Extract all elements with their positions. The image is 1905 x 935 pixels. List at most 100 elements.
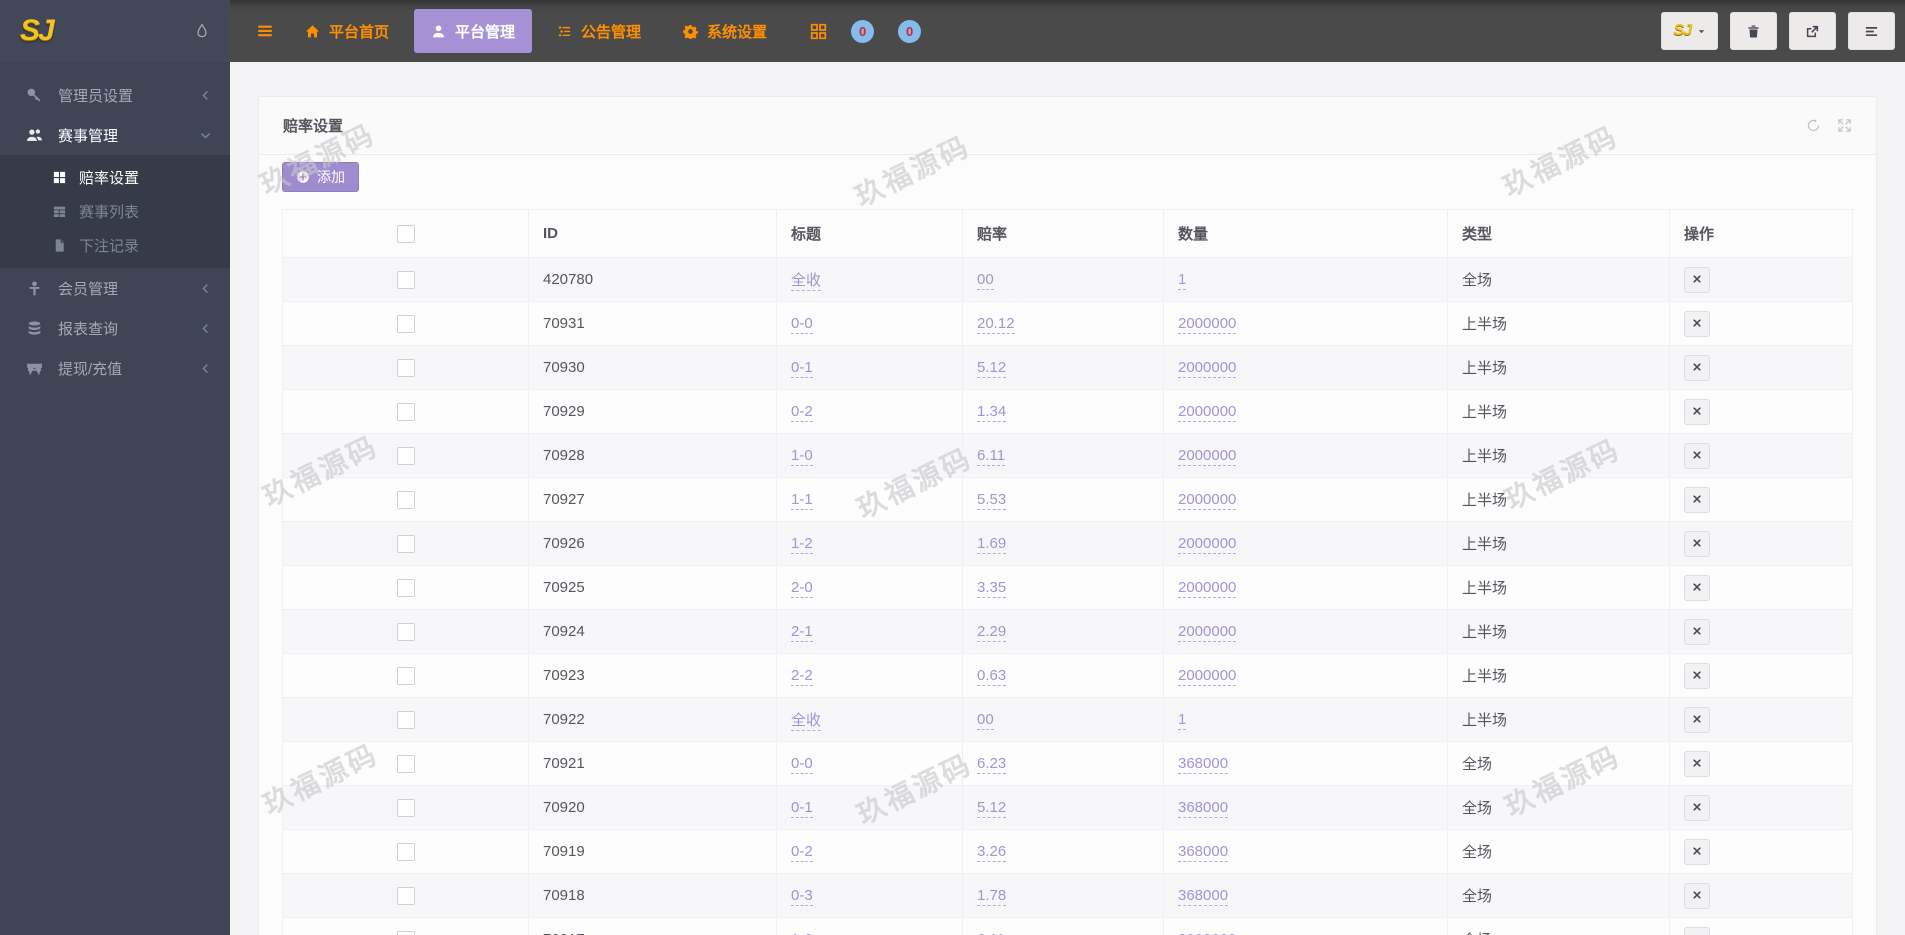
odds-link[interactable]: 00 [977,711,994,730]
title-link[interactable]: 1-0 [791,447,813,466]
qty-link[interactable]: 2000000 [1178,315,1237,334]
qty-link[interactable]: 2000000 [1178,359,1237,378]
row-checkbox[interactable] [396,930,415,935]
row-checkbox[interactable] [396,578,415,597]
row-checkbox[interactable] [396,270,415,289]
account-dropdown-button[interactable]: SJ [1661,12,1718,50]
menu-list-button[interactable] [1848,12,1895,50]
title-link[interactable]: 全收 [791,272,822,291]
add-button[interactable]: 添加 [282,162,359,192]
row-checkbox[interactable] [396,886,415,905]
title-link[interactable]: 1-2 [791,535,813,554]
delete-button[interactable] [1684,618,1710,645]
row-checkbox[interactable] [396,666,415,685]
qty-link[interactable]: 2000000 [1178,491,1237,510]
odds-link[interactable]: 6.11 [977,931,1006,935]
odds-link[interactable]: 5.53 [977,491,1007,510]
qty-link[interactable]: 2000000 [1178,579,1237,598]
apps-grid-icon[interactable] [810,23,827,40]
title-link[interactable]: 0-2 [791,403,813,422]
title-link[interactable]: 0-2 [791,843,813,862]
qty-link[interactable]: 2000000 [1178,535,1237,554]
clear-cache-button[interactable] [1730,12,1777,50]
title-link[interactable]: 0-0 [791,315,813,334]
nav-item-4[interactable]: 系统设置 [666,9,784,53]
nav-item-3[interactable]: 公告管理 [540,9,658,53]
odds-link[interactable]: 2.29 [977,623,1007,642]
delete-button[interactable] [1684,706,1710,733]
sidebar-item-2[interactable]: 赛事管理 [0,115,230,155]
sidebar-subitem-3[interactable]: 下注记录 [0,228,230,262]
delete-button[interactable] [1684,310,1710,337]
sidebar-subitem-2[interactable]: 赛事列表 [0,194,230,228]
row-checkbox[interactable] [396,842,415,861]
qty-link[interactable]: 1 [1178,271,1187,290]
delete-button[interactable] [1684,354,1710,381]
title-link[interactable]: 0-1 [791,799,813,818]
title-link[interactable]: 2-0 [791,579,813,598]
delete-button[interactable] [1684,882,1710,909]
odds-link[interactable]: 20.12 [977,315,1015,334]
title-link[interactable]: 2-1 [791,623,813,642]
odds-link[interactable]: 1.34 [977,403,1007,422]
title-link[interactable]: 1-0 [791,931,813,935]
odds-link[interactable]: 5.12 [977,359,1007,378]
delete-button[interactable] [1684,486,1710,513]
select-all-checkbox[interactable] [396,224,415,243]
delete-button[interactable] [1684,530,1710,557]
odds-link[interactable]: 5.12 [977,799,1007,818]
odds-link[interactable]: 00 [977,271,994,290]
qty-link[interactable]: 368000 [1178,887,1229,906]
qty-link[interactable]: 368000 [1178,799,1229,818]
odds-link[interactable]: 0.63 [977,667,1007,686]
row-checkbox[interactable] [396,402,415,421]
delete-button[interactable] [1684,266,1710,293]
row-checkbox[interactable] [396,446,415,465]
odds-link[interactable]: 1.78 [977,887,1007,906]
row-checkbox[interactable] [396,710,415,729]
delete-button[interactable] [1684,398,1710,425]
title-link[interactable]: 1-1 [791,491,813,510]
odds-link[interactable]: 1.69 [977,535,1007,554]
refresh-icon[interactable] [1806,118,1821,133]
title-link[interactable]: 0-0 [791,755,813,774]
title-link[interactable]: 全收 [791,712,822,731]
delete-button[interactable] [1684,794,1710,821]
delete-button[interactable] [1684,838,1710,865]
hamburger-icon[interactable] [256,22,274,40]
notification-badge-1[interactable]: 0 [851,19,875,43]
row-checkbox[interactable] [396,490,415,509]
row-checkbox[interactable] [396,798,415,817]
qty-link[interactable]: 368000 [1178,843,1229,862]
qty-link[interactable]: 2000000 [1178,403,1237,422]
qty-link[interactable]: 2000000 [1178,667,1237,686]
odds-link[interactable]: 3.35 [977,579,1007,598]
nav-item-2[interactable]: 平台管理 [414,9,533,53]
row-checkbox[interactable] [396,314,415,333]
row-checkbox[interactable] [396,358,415,377]
sidebar-item-3[interactable]: 会员管理 [0,268,230,308]
open-external-button[interactable] [1789,12,1836,50]
delete-button[interactable] [1684,442,1710,469]
qty-link[interactable]: 1 [1178,711,1187,730]
title-link[interactable]: 0-1 [791,359,813,378]
sidebar-item-5[interactable]: 提现/充值 [0,348,230,388]
qty-link[interactable]: 2000000 [1178,447,1237,466]
title-link[interactable]: 0-3 [791,887,813,906]
row-checkbox[interactable] [396,754,415,773]
delete-button[interactable] [1684,750,1710,777]
expand-icon[interactable] [1837,118,1852,133]
sidebar-subitem-1[interactable]: 赔率设置 [0,160,230,194]
nav-item-1[interactable]: 平台首页 [288,9,406,53]
delete-button[interactable] [1684,662,1710,689]
notification-badge-2[interactable]: 0 [898,19,922,43]
title-link[interactable]: 2-2 [791,667,813,686]
sidebar-item-1[interactable]: 管理员设置 [0,75,230,115]
qty-link[interactable]: 368000 [1178,755,1229,774]
qty-link[interactable]: 2000000 [1178,931,1237,935]
odds-link[interactable]: 6.23 [977,755,1007,774]
qty-link[interactable]: 2000000 [1178,623,1237,642]
row-checkbox[interactable] [396,622,415,641]
row-checkbox[interactable] [396,534,415,553]
odds-link[interactable]: 6.11 [977,447,1006,466]
